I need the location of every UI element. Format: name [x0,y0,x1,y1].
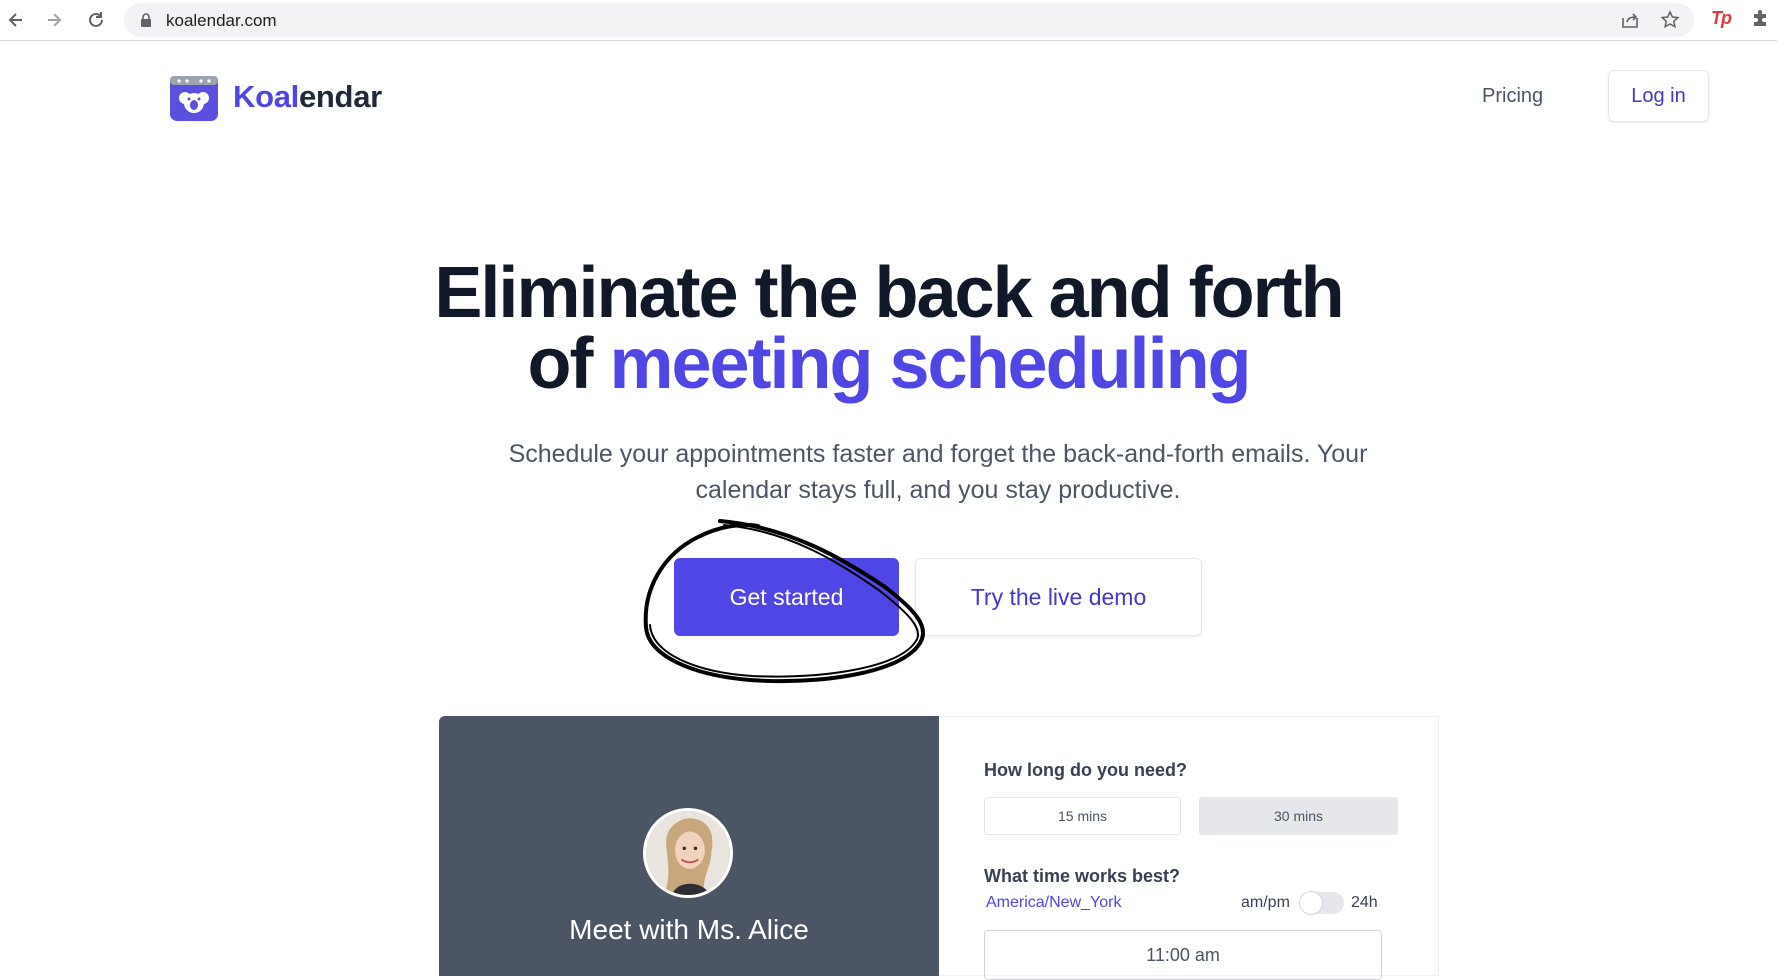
time-format-toggle-knob[interactable] [1299,891,1323,915]
extensions-puzzle-icon[interactable] [1751,8,1771,28]
reload-icon[interactable] [82,6,110,34]
lock-icon [141,13,151,27]
brand-logo[interactable]: Koalendar [169,72,382,122]
bookmark-star-icon[interactable] [1660,10,1680,30]
hero-subtext: Schedule your appointments faster and fo… [508,440,1368,504]
login-button[interactable]: Log in [1608,70,1709,122]
koala-logo-icon [170,76,218,121]
host-avatar [643,808,733,898]
time-slot[interactable]: 11:00 am [984,930,1382,980]
duration-option-15[interactable]: 15 mins [984,797,1181,835]
share-icon[interactable] [1620,10,1640,30]
nav-pricing-link[interactable]: Pricing [1482,85,1543,108]
url-text: koalendar.com [166,11,277,30]
ampm-label: am/pm [1241,894,1290,911]
timezone-link[interactable]: America/New_York [986,894,1121,912]
time-question: What time works best? [984,866,1181,886]
duration-option-30[interactable]: 30 mins [1199,797,1398,835]
meet-title: Meet with Ms. Alice [569,914,809,945]
get-started-button[interactable]: Get started [674,558,899,636]
headline-accent: meeting scheduling [609,324,1251,404]
browser-toolbar: koalendar.com Tp [0,0,1777,41]
avatar-portrait-icon [646,811,730,895]
forward-arrow-icon[interactable] [40,6,68,34]
address-bar[interactable]: koalendar.com [124,3,1694,37]
try-live-demo-button[interactable]: Try the live demo [915,558,1202,636]
back-arrow-icon[interactable] [2,6,30,34]
24h-label: 24h [1351,894,1378,911]
hero-headline: Eliminate the back and forth of meeting … [434,253,1344,404]
brand-name: Koalendar [233,79,382,114]
tp-extension-icon[interactable]: Tp [1711,8,1732,29]
duration-question: How long do you need? [984,760,1187,780]
